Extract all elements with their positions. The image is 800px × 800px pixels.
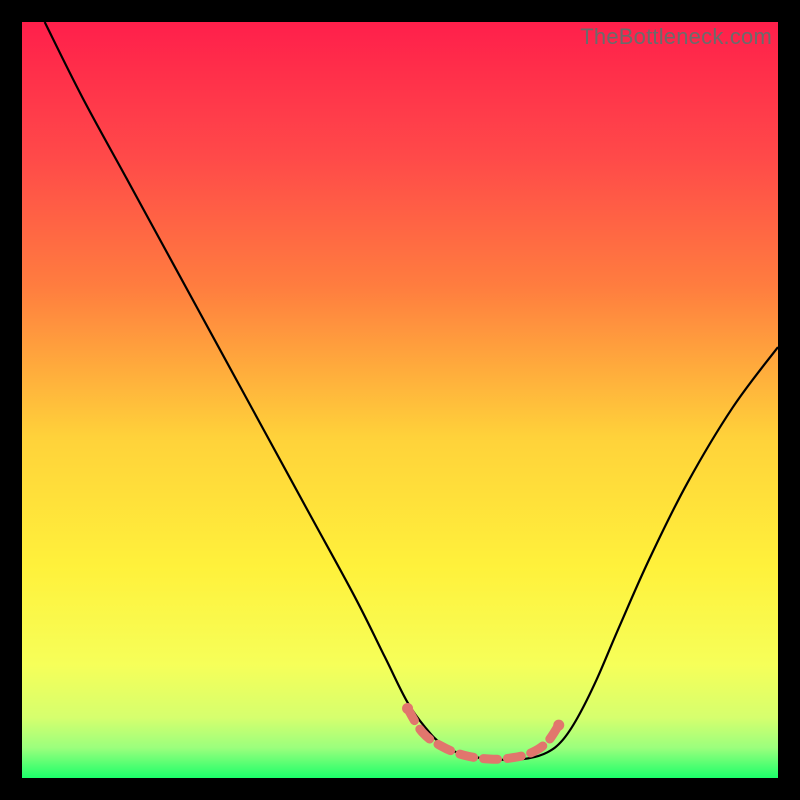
gradient-background xyxy=(22,22,778,778)
bottleneck-chart xyxy=(22,22,778,778)
chart-frame: TheBottleneck.com xyxy=(22,22,778,778)
watermark-text: TheBottleneck.com xyxy=(580,24,772,50)
